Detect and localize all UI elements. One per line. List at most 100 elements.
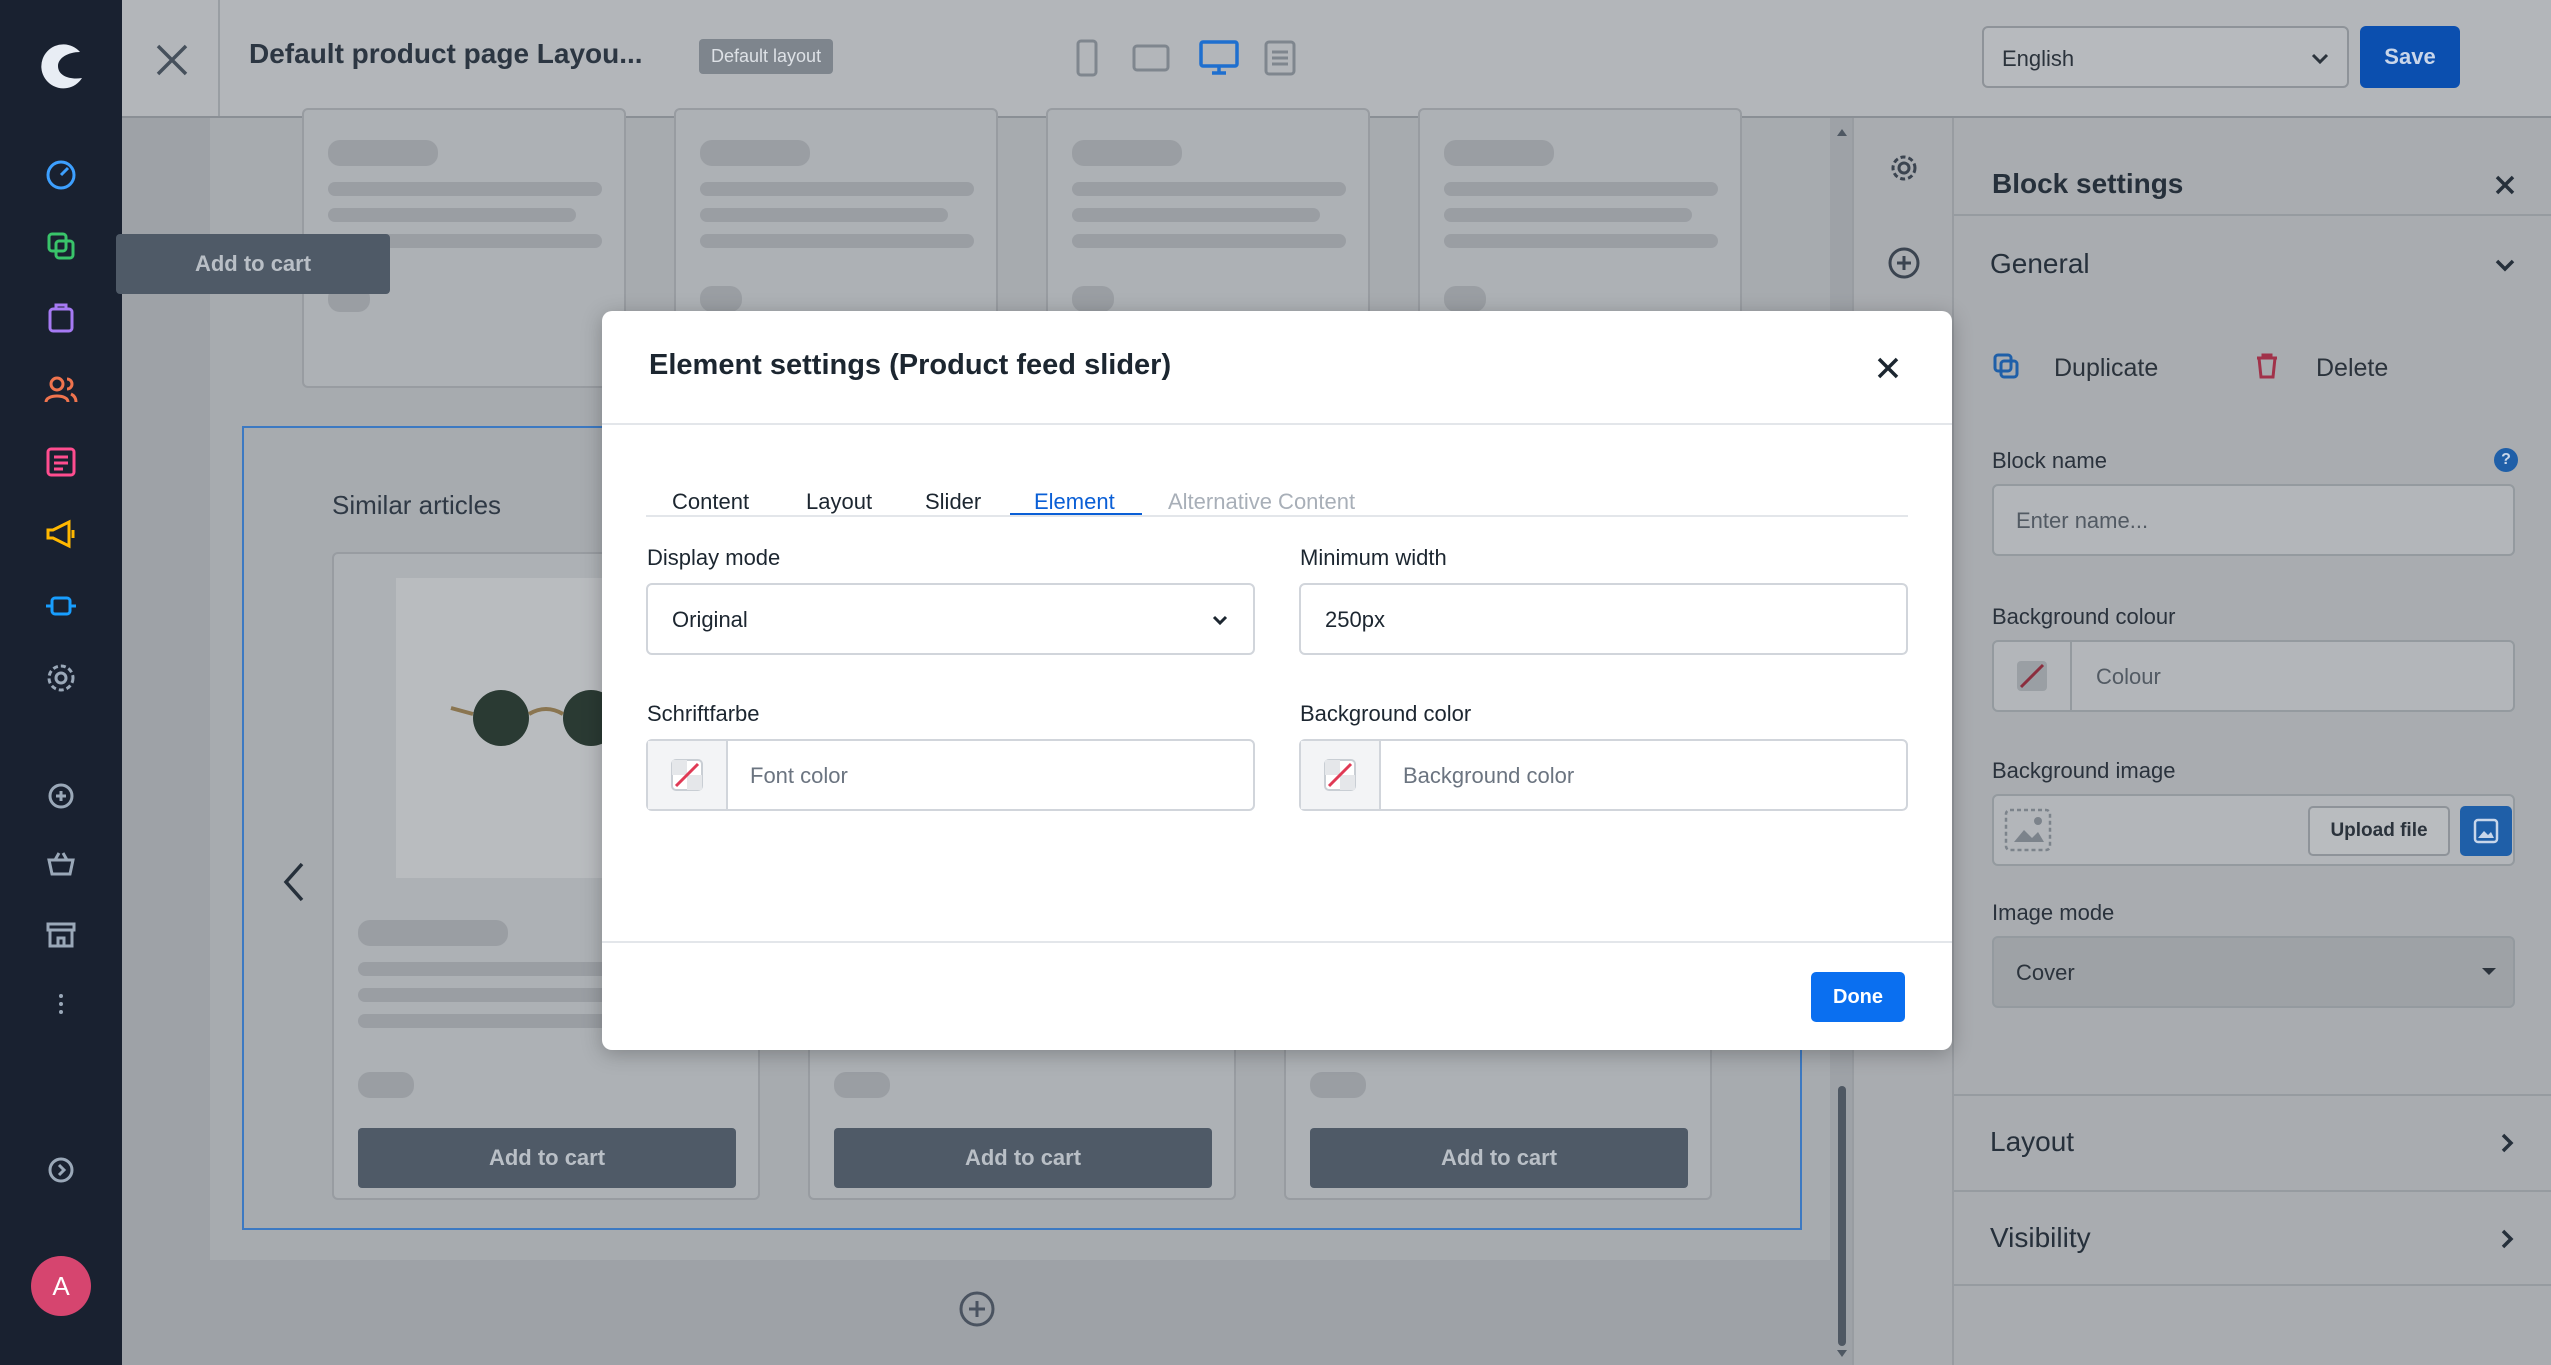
slider-prev-icon[interactable]	[282, 860, 306, 904]
add-to-cart-button[interactable]: Add to cart	[116, 234, 390, 294]
add-to-cart-button[interactable]: Add to cart	[358, 1128, 736, 1188]
customers-icon[interactable]	[43, 372, 79, 408]
media-library-button[interactable]	[2460, 806, 2512, 856]
layout-section-header[interactable]: Layout	[1990, 1126, 2074, 1158]
add-to-cart-button[interactable]: Add to cart	[1310, 1128, 1688, 1188]
min-width-input[interactable]: 250px	[1299, 583, 1908, 655]
scroll-up-icon[interactable]	[1836, 126, 1848, 138]
basket-icon[interactable]	[43, 846, 79, 882]
tab-element[interactable]: Element	[1010, 471, 1139, 531]
desktop-view-icon[interactable]	[1198, 38, 1240, 78]
marketing-icon[interactable]	[43, 516, 79, 552]
more-icon[interactable]	[43, 986, 79, 1022]
mobile-view-icon[interactable]	[1072, 38, 1102, 78]
save-button[interactable]: Save	[2360, 26, 2460, 88]
divider	[1954, 1094, 2551, 1096]
image-mode-value: Cover	[2016, 960, 2075, 985]
divider	[1954, 1190, 2551, 1192]
general-section-header[interactable]: General	[1990, 248, 2090, 280]
scroll-down-icon[interactable]	[1836, 1348, 1848, 1360]
divider	[602, 941, 1952, 943]
trash-icon[interactable]	[2254, 352, 2280, 380]
bg-color-label: Background color	[1300, 701, 1472, 726]
shopware-logo[interactable]	[36, 40, 88, 92]
chevron-down-icon[interactable]	[2494, 254, 2516, 276]
chevron-down-icon	[2482, 968, 2496, 975]
upload-file-button[interactable]: Upload file	[2308, 806, 2450, 856]
colour-placeholder: Colour	[2096, 664, 2161, 689]
font-color-placeholder: Font color	[750, 763, 848, 788]
no-color-icon	[2017, 661, 2047, 691]
bg-image-label: Background image	[1992, 758, 2176, 783]
expand-icon[interactable]	[43, 1152, 79, 1188]
avatar[interactable]: A	[31, 1256, 91, 1316]
editor-topbar: Default product page Layou... Default la…	[122, 0, 2551, 118]
tab-slider[interactable]: Slider	[901, 471, 1005, 531]
add-to-cart-button[interactable]: Add to cart	[834, 1128, 1212, 1188]
bg-color-input[interactable]: Background color	[1299, 739, 1908, 811]
chevron-right-icon[interactable]	[2496, 1228, 2518, 1250]
tab-layout[interactable]: Layout	[782, 471, 896, 531]
tab-alternative-content[interactable]: Alternative Content	[1144, 471, 1379, 531]
add-block-icon[interactable]	[1887, 246, 1921, 280]
content-icon[interactable]	[43, 444, 79, 480]
done-button[interactable]: Done	[1811, 972, 1905, 1022]
tablet-view-icon[interactable]	[1131, 40, 1171, 76]
chevron-right-icon[interactable]	[2496, 1132, 2518, 1154]
bg-color-swatch[interactable]	[1301, 741, 1381, 809]
font-color-label: Schriftfarbe	[647, 701, 760, 726]
close-icon[interactable]	[154, 42, 190, 78]
block-name-input[interactable]: Enter name...	[1992, 484, 2515, 556]
scroll-thumb[interactable]	[1838, 1086, 1846, 1346]
bg-color-placeholder: Background color	[1403, 763, 1575, 788]
default-layout-badge: Default layout	[699, 39, 834, 74]
close-panel-icon[interactable]	[2494, 174, 2516, 196]
min-width-value: 250px	[1325, 607, 1385, 632]
product-card: Add to cart	[116, 108, 626, 388]
no-color-icon	[671, 759, 703, 791]
gear-icon[interactable]	[1888, 152, 1920, 184]
duplicate-icon[interactable]	[1992, 352, 2020, 380]
image-mode-label: Image mode	[1992, 900, 2115, 925]
store-icon[interactable]	[43, 916, 79, 952]
delete-button[interactable]: Delete	[2316, 354, 2388, 383]
block-name-label: Block name	[1992, 448, 2107, 473]
dashboard-icon[interactable]	[43, 157, 79, 193]
add-section-icon[interactable]	[958, 1290, 996, 1328]
extensions-icon[interactable]	[43, 588, 79, 624]
display-mode-label: Display mode	[647, 545, 781, 570]
image-placeholder-icon	[2004, 808, 2052, 852]
divider	[218, 0, 220, 116]
bg-colour-label: Background colour	[1992, 604, 2176, 629]
divider	[1954, 1284, 2551, 1286]
font-color-swatch[interactable]	[648, 741, 728, 809]
visibility-section-header[interactable]: Visibility	[1990, 1222, 2091, 1254]
add-icon[interactable]	[43, 778, 79, 814]
no-color-icon	[1324, 759, 1356, 791]
language-select[interactable]: English	[1982, 26, 2349, 88]
settings-icon[interactable]	[43, 660, 79, 696]
chevron-down-icon	[2311, 53, 2329, 65]
close-modal-icon[interactable]	[1876, 356, 1900, 380]
bg-image-upload: Upload file	[1992, 794, 2515, 866]
catalogue-icon[interactable]	[43, 228, 79, 264]
bg-colour-input[interactable]: Colour	[1992, 640, 2515, 712]
colour-swatch[interactable]	[1994, 642, 2072, 710]
font-color-input[interactable]: Font color	[646, 739, 1255, 811]
section-title: Similar articles	[332, 490, 502, 520]
image-mode-select[interactable]: Cover	[1992, 936, 2515, 1008]
duplicate-button[interactable]: Duplicate	[2054, 354, 2158, 383]
tab-content[interactable]: Content	[648, 471, 773, 531]
block-name-placeholder: Enter name...	[2016, 508, 2149, 533]
modal-title: Element settings (Product feed slider)	[649, 349, 1172, 381]
element-settings-modal: Element settings (Product feed slider) C…	[602, 311, 1952, 1050]
display-mode-value: Original	[672, 607, 748, 632]
min-width-label: Minimum width	[1300, 545, 1447, 570]
display-mode-select[interactable]: Original	[646, 583, 1255, 655]
admin-sidebar: A	[0, 0, 122, 1365]
structure-view-icon[interactable]	[1262, 38, 1298, 78]
help-icon[interactable]: ?	[2494, 448, 2518, 472]
divider	[602, 423, 1952, 425]
language-value: English	[2002, 46, 2075, 71]
orders-icon[interactable]	[43, 300, 79, 336]
